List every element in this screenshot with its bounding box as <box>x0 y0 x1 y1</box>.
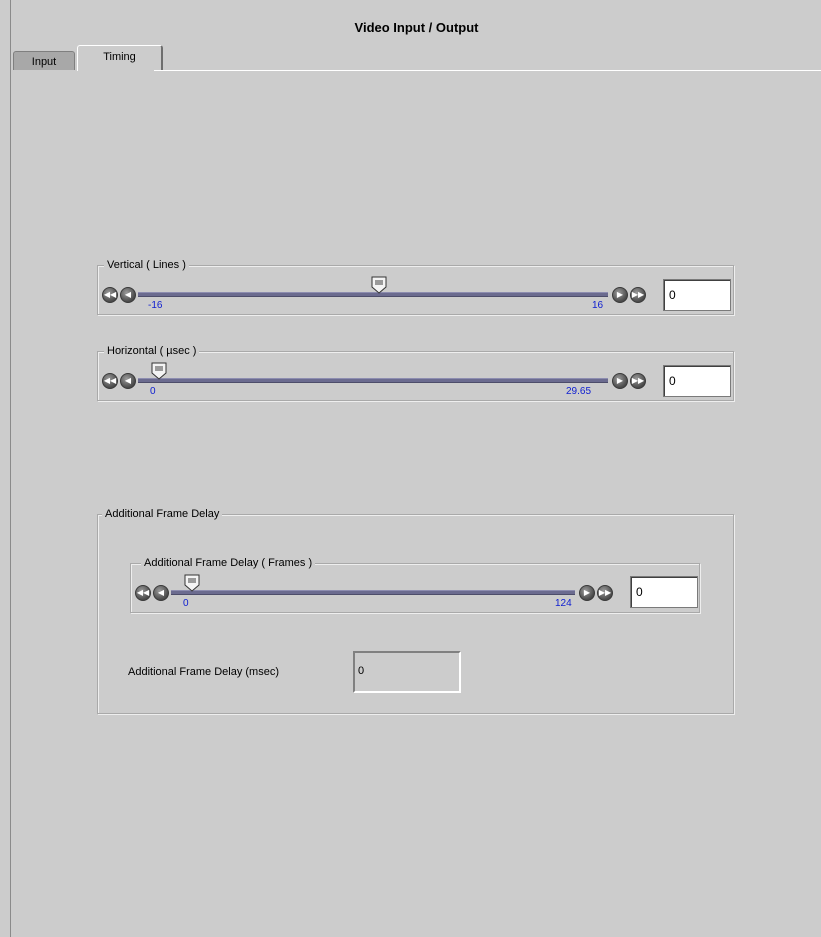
frame-delay-msec-value: 0 <box>353 651 461 693</box>
vertical-slider-label: Vertical ( Lines ) <box>104 258 189 272</box>
frame-delay-group-label: Additional Frame Delay <box>102 507 223 521</box>
frame-delay-slider-group: Additional Frame Delay ( Frames ) ◀◀ ◀ 0… <box>130 556 700 613</box>
tab-timing[interactable]: Timing <box>77 45 163 71</box>
fast-forward-icon[interactable]: ▶▶ <box>597 585 613 601</box>
fast-rewind-icon[interactable]: ◀◀ <box>135 585 151 601</box>
step-back-icon[interactable]: ◀ <box>120 287 136 303</box>
window-title: Video Input / Output <box>354 20 479 35</box>
horizontal-slider-thumb[interactable] <box>150 362 168 380</box>
frame-delay-slider-thumb[interactable] <box>183 574 201 592</box>
vertical-value-input[interactable]: 0 <box>663 279 731 311</box>
horizontal-value-input[interactable]: 0 <box>663 365 731 397</box>
frame-delay-slider-label: Additional Frame Delay ( Frames ) <box>141 556 316 570</box>
step-back-icon[interactable]: ◀ <box>120 373 136 389</box>
video-io-window: Video Input / Output Input Timing Vertic… <box>10 0 821 937</box>
frame-delay-slider-track[interactable] <box>171 590 575 595</box>
fast-rewind-icon[interactable]: ◀◀ <box>102 373 118 389</box>
horizontal-slider-track[interactable] <box>138 378 608 383</box>
tab-divider <box>154 70 821 71</box>
horizontal-slider-label: Horizontal ( µsec ) <box>104 344 200 358</box>
fast-rewind-icon[interactable]: ◀◀ <box>102 287 118 303</box>
horizontal-min-label: 0 <box>150 386 156 397</box>
frame-delay-msec-label: Additional Frame Delay (msec) <box>128 666 279 678</box>
tab-input[interactable]: Input <box>13 51 75 70</box>
step-forward-icon[interactable]: ▶ <box>579 585 595 601</box>
frame-delay-group: Additional Frame Delay Additional Frame … <box>97 507 734 714</box>
horizontal-max-label: 29.65 <box>566 386 592 397</box>
frame-delay-min-label: 0 <box>183 598 189 609</box>
frame-delay-value-input[interactable]: 0 <box>630 576 698 608</box>
frame-delay-max-label: 124 <box>555 598 572 609</box>
vertical-slider-group: Vertical ( Lines ) ◀◀ ◀ -16 16 ▶ ▶▶ 0 <box>97 258 734 315</box>
horizontal-slider-group: Horizontal ( µsec ) ◀◀ ◀ 0 29.65 ▶ ▶▶ 0 <box>97 344 734 401</box>
step-forward-icon[interactable]: ▶ <box>612 373 628 389</box>
vertical-slider-thumb[interactable] <box>370 276 388 294</box>
fast-forward-icon[interactable]: ▶▶ <box>630 287 646 303</box>
vertical-min-label: -16 <box>148 300 163 311</box>
step-forward-icon[interactable]: ▶ <box>612 287 628 303</box>
fast-forward-icon[interactable]: ▶▶ <box>630 373 646 389</box>
vertical-max-label: 16 <box>592 300 604 311</box>
step-back-icon[interactable]: ◀ <box>153 585 169 601</box>
